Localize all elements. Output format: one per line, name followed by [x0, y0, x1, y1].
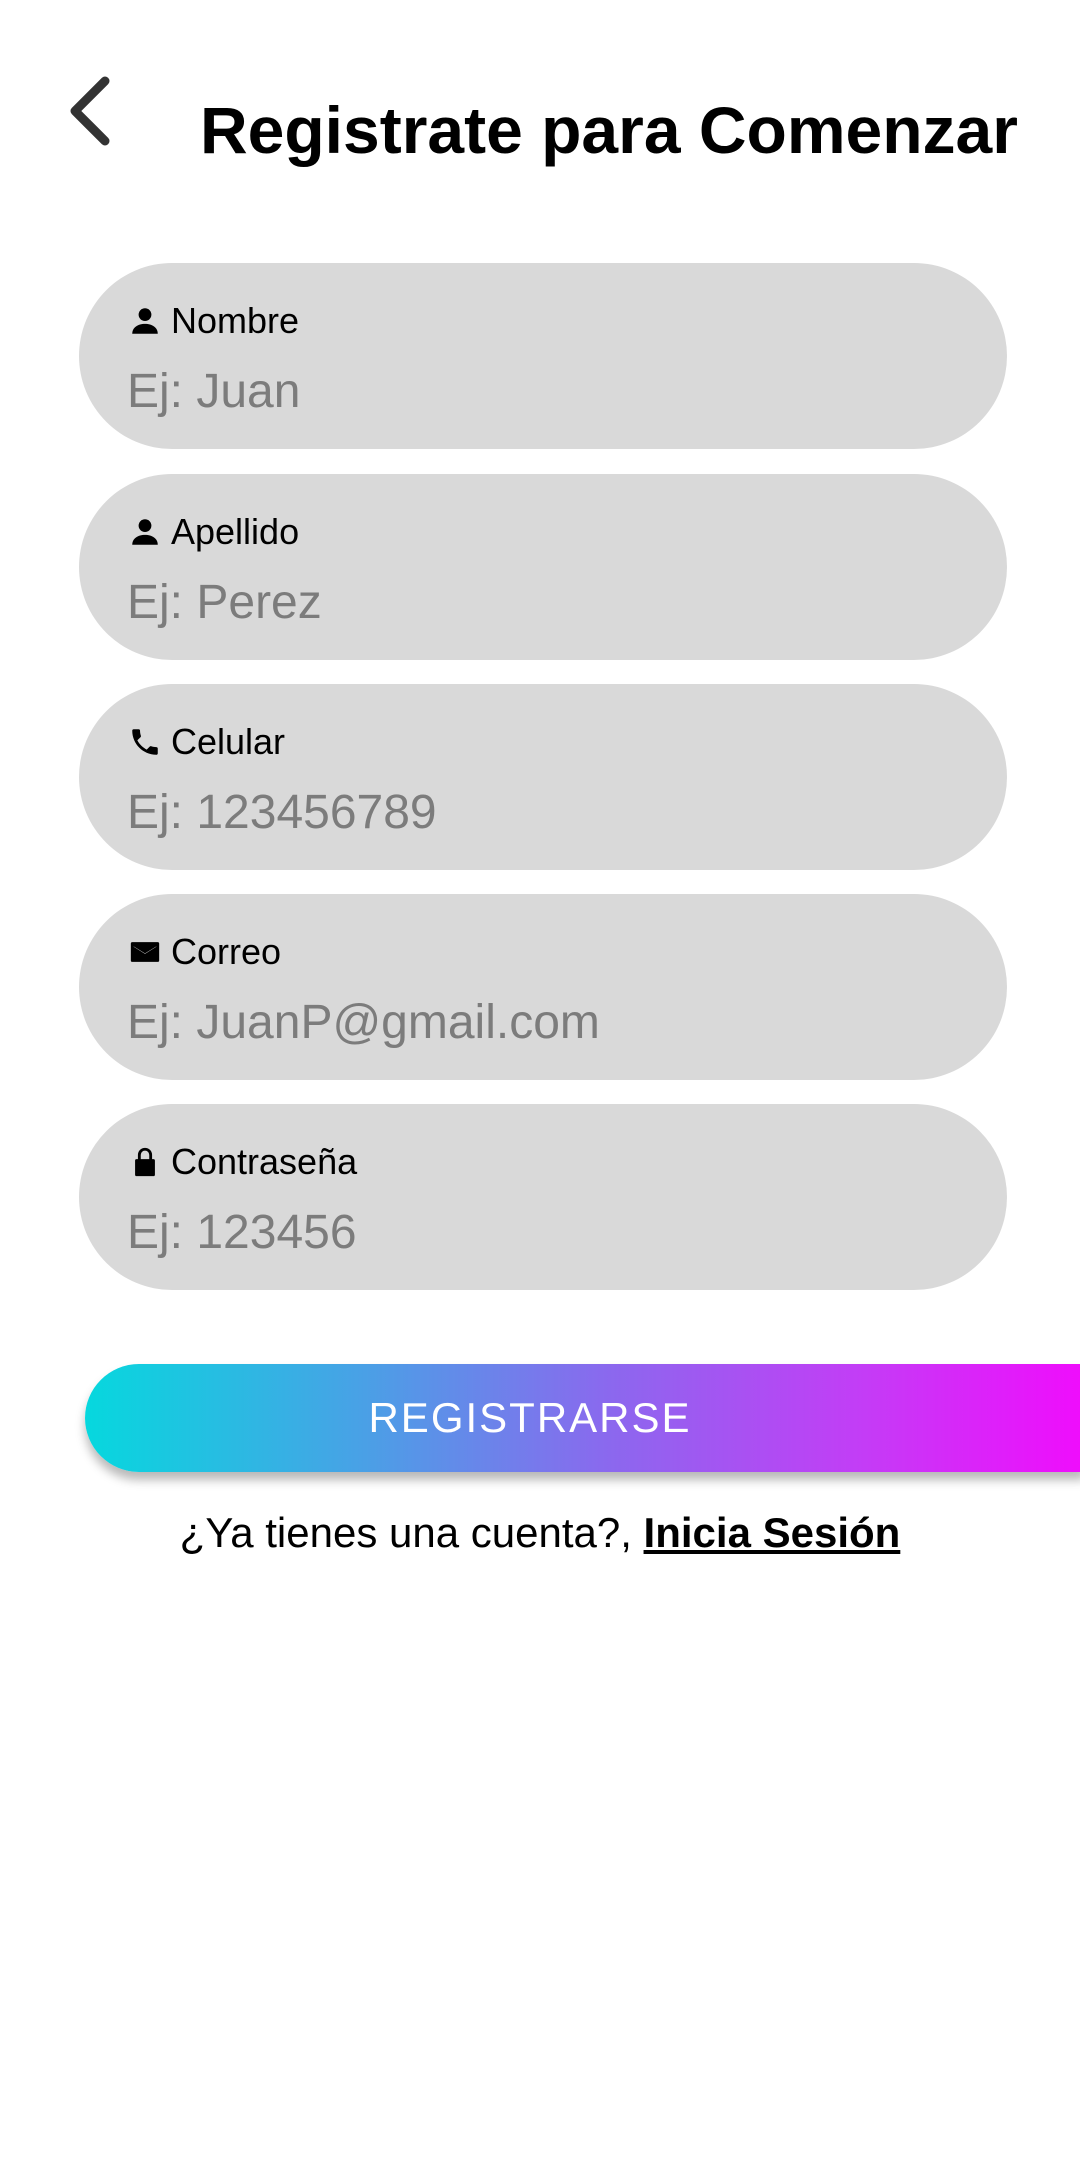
first-name-label-row: Nombre — [127, 297, 299, 345]
login-link[interactable]: Inicia Sesión — [644, 1509, 901, 1556]
last-name-field[interactable]: Apellido — [79, 474, 1007, 660]
password-label: Contraseña — [171, 1141, 358, 1182]
page-title: Registrate para Comenzar — [200, 93, 1018, 167]
phone-label: Celular — [171, 721, 286, 762]
login-prompt-text: ¿Ya tienes una cuenta?, — [179, 1509, 644, 1556]
phone-field[interactable]: Celular — [79, 684, 1007, 870]
first-name-input[interactable] — [127, 359, 967, 423]
email-label: Correo — [171, 931, 282, 972]
app-header: Registrate para Comenzar — [0, 0, 1080, 260]
first-name-field[interactable]: Nombre — [79, 263, 1007, 449]
login-prompt: ¿Ya tienes una cuenta?, Inicia Sesión — [0, 1505, 1080, 1561]
password-input[interactable] — [127, 1200, 967, 1264]
person-icon — [127, 303, 163, 339]
phone-label-row: Celular — [127, 718, 285, 766]
phone-icon — [127, 724, 163, 760]
last-name-label-row: Apellido — [127, 508, 299, 556]
email-field[interactable]: Correo — [79, 894, 1007, 1080]
last-name-input[interactable] — [127, 570, 967, 634]
register-button[interactable]: REGISTRARSE — [85, 1364, 1080, 1472]
email-input[interactable] — [127, 990, 967, 1054]
person-icon — [127, 514, 163, 550]
register-button-label: REGISTRARSE — [368, 1394, 692, 1441]
chevron-left-icon — [70, 76, 110, 146]
phone-input[interactable] — [127, 780, 967, 844]
lock-icon — [127, 1144, 163, 1180]
email-label-row: Correo — [127, 928, 281, 976]
last-name-label: Apellido — [171, 511, 300, 552]
first-name-label: Nombre — [171, 300, 300, 341]
password-label-row: Contraseña — [127, 1138, 357, 1186]
back-button[interactable] — [48, 68, 134, 154]
mail-icon — [127, 934, 163, 970]
password-field[interactable]: Contraseña — [79, 1104, 1007, 1290]
